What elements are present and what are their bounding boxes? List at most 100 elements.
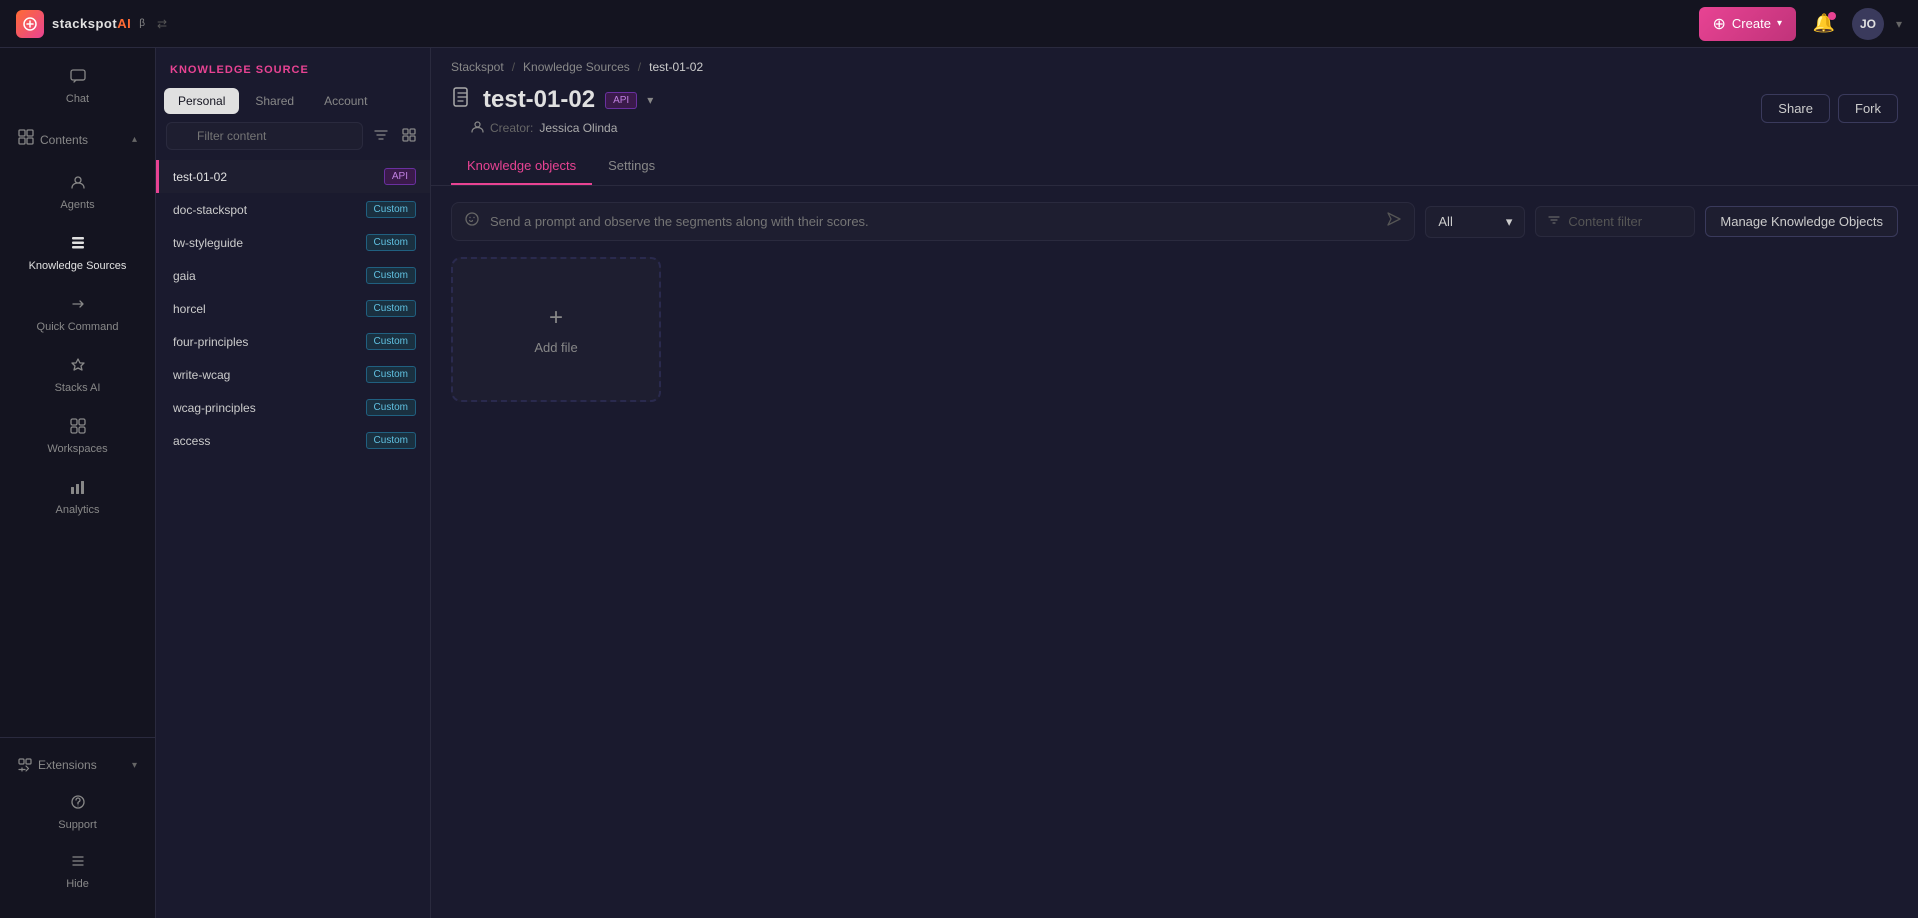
ks-detail-header: test-01-02 API ▾ Creator: Jessica Olinda… [431,82,1918,148]
prompt-row: All ▾ Content filter Manage Knowledge Ob… [451,202,1898,241]
layout-icon [402,128,416,142]
fork-button[interactable]: Fork [1838,94,1898,123]
ks-item-name: gaia [173,269,196,283]
main-content: Stackspot / Knowledge Sources / test-01-… [431,48,1918,918]
sidebar-item-stacks-ai[interactable]: Stacks AI [6,347,149,404]
notifications-button[interactable]: 🔔 [1808,8,1840,40]
tab-knowledge-objects[interactable]: Knowledge objects [451,148,592,185]
ks-detail-title: test-01-02 [483,86,595,114]
prompt-send-button[interactable] [1386,211,1402,232]
main-layout: Chat Contents ▴ Agents Knowledge Sources [0,48,1918,918]
extensions-label: Extensions [38,758,97,772]
sidebar-item-contents[interactable]: Contents ▴ [6,119,149,160]
create-button[interactable]: ⊕ Create ▾ [1699,7,1796,41]
sidebar-label-support: Support [58,819,97,831]
ks-layout-button[interactable] [398,124,420,149]
ks-detail-title-row: test-01-02 API ▾ [451,86,653,114]
ks-item-name: wcag-principles [173,401,256,415]
ks-tab-account[interactable]: Account [310,88,381,114]
support-icon [70,794,86,815]
workspaces-icon [70,418,86,439]
ks-item-badge: Custom [366,267,416,284]
ks-list-item[interactable]: four-principles Custom [156,325,430,358]
ks-creator: Creator: Jessica Olinda [451,114,653,148]
tab-settings[interactable]: Settings [592,148,671,185]
filter-icon [374,128,388,142]
ks-filter-button[interactable] [370,124,392,149]
breadcrumb-stackspot[interactable]: Stackspot [451,60,504,74]
breadcrumb-sep-1: / [512,60,515,74]
sidebar-label-hide: Hide [66,878,89,890]
share-button[interactable]: Share [1761,94,1830,123]
hide-icon [70,853,86,874]
sidebar-item-quick-command[interactable]: Quick Command [6,286,149,343]
knowledge-sources-icon [70,235,86,256]
breadcrumb-knowledge-sources[interactable]: Knowledge Sources [523,60,630,74]
create-plus-icon: ⊕ [1713,14,1726,34]
avatar-chevron-icon[interactable]: ▾ [1896,17,1902,31]
ks-search-row: 🔍 [156,122,430,160]
ks-list-item[interactable]: horcel Custom [156,292,430,325]
ks-list: test-01-02 API doc-stackspot Custom tw-s… [156,160,430,918]
add-file-label: Add file [534,340,577,355]
ks-item-name: write-wcag [173,368,230,382]
content-filter-placeholder: Content filter [1568,214,1642,229]
ks-list-item[interactable]: access Custom [156,424,430,457]
send-icon [1386,211,1402,227]
all-dropdown[interactable]: All ▾ [1425,206,1525,238]
ks-list-item[interactable]: wcag-principles Custom [156,391,430,424]
sidebar-item-hide[interactable]: Hide [6,843,149,900]
prompt-smile-icon [464,211,480,232]
sidebar-label-knowledge-sources: Knowledge Sources [29,260,127,272]
ks-item-badge: Custom [366,333,416,350]
ks-item-name: test-01-02 [173,170,227,184]
ks-item-name: tw-styleguide [173,236,243,250]
create-label: Create [1732,16,1771,31]
avatar-initials: JO [1860,17,1876,31]
ks-tab-personal[interactable]: Personal [164,88,239,114]
ks-list-item[interactable]: test-01-02 API [156,160,430,193]
sidebar-item-chat[interactable]: Chat [6,58,149,115]
manage-knowledge-objects-button[interactable]: Manage Knowledge Objects [1705,206,1898,237]
ks-item-badge: Custom [366,300,416,317]
sidebar-item-agents[interactable]: Agents [6,164,149,221]
logo-expand-icon[interactable]: ⇄ [157,17,167,31]
ks-content-area: All ▾ Content filter Manage Knowledge Ob… [431,186,1918,918]
sidebar-item-analytics[interactable]: Analytics [6,469,149,526]
api-badge-chevron[interactable]: ▾ [647,93,653,107]
ks-list-item[interactable]: gaia Custom [156,259,430,292]
sidebar-item-workspaces[interactable]: Workspaces [6,408,149,465]
sidebar-label-workspaces: Workspaces [47,443,107,455]
creator-label: Creator: [490,121,533,135]
ks-search-input[interactable] [166,122,363,150]
ks-search-wrap: 🔍 [166,122,364,150]
sidebar-item-support[interactable]: Support [6,784,149,841]
ks-list-item[interactable]: write-wcag Custom [156,358,430,391]
sidebar-extensions[interactable]: Extensions ▾ [6,748,149,782]
logo-text: stackspotAI [52,16,131,31]
sidebar-item-knowledge-sources[interactable]: Knowledge Sources [6,225,149,282]
knowledge-source-panel: KNOWLEDGE SOURCE Personal Shared Account… [156,48,431,918]
add-file-card[interactable]: + Add file [451,257,661,402]
ks-panel-header: KNOWLEDGE SOURCE [156,48,430,88]
create-chevron-icon: ▾ [1777,18,1782,29]
logo: stackspotAI β ⇄ [16,10,167,38]
ks-detail-doc-icon [451,86,473,114]
topbar-actions: ⊕ Create ▾ 🔔 JO ▾ [1699,7,1903,41]
avatar-button[interactable]: JO [1852,8,1884,40]
sidebar-label-stacks-ai: Stacks AI [55,382,101,394]
ks-tab-shared[interactable]: Shared [241,88,308,114]
extensions-expand-icon: ▾ [132,760,137,771]
ks-item-badge: Custom [366,399,416,416]
content-filter-box: Content filter [1535,206,1695,237]
ks-list-item[interactable]: doc-stackspot Custom [156,193,430,226]
creator-person-icon [471,120,484,136]
analytics-icon [70,479,86,500]
add-file-plus-icon: + [549,304,563,332]
topbar: stackspotAI β ⇄ ⊕ Create ▾ 🔔 JO ▾ [0,0,1918,48]
chat-icon [70,68,86,89]
prompt-input[interactable] [490,214,1376,229]
stacks-ai-icon [70,357,86,378]
ks-list-item[interactable]: tw-styleguide Custom [156,226,430,259]
quick-command-icon [70,296,86,317]
